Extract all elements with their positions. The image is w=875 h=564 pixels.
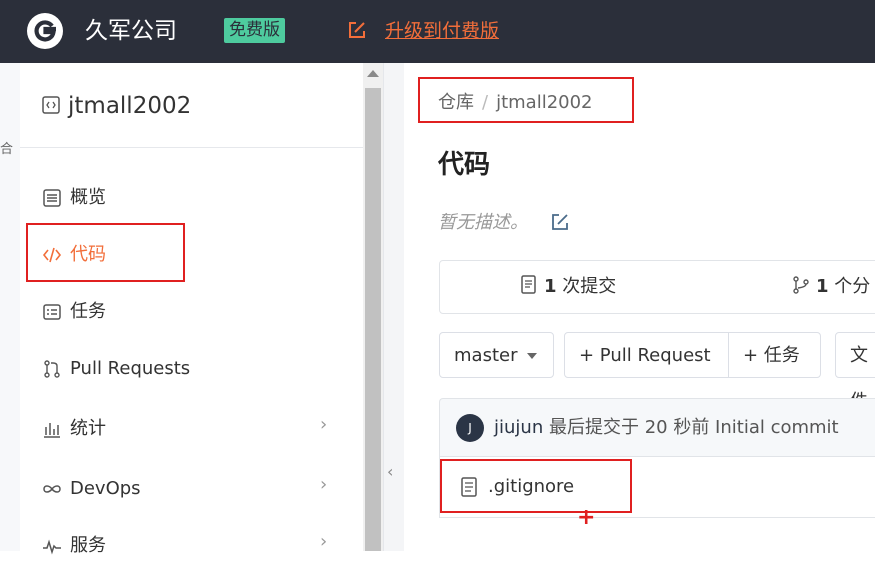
commits-stat[interactable]: 1 次提交 bbox=[520, 272, 616, 302]
cursor-cross-icon: + bbox=[577, 505, 596, 530]
task-icon bbox=[43, 304, 61, 320]
branch-icon bbox=[793, 276, 809, 294]
sidebar-item-label: DevOps bbox=[70, 478, 141, 499]
highlight-box bbox=[26, 223, 185, 282]
chevron-right-icon[interactable]: › bbox=[320, 531, 327, 552]
last-commit-info: jiujun 最后提交于 20 秒前 Initial commit bbox=[494, 412, 839, 444]
caret-down-icon bbox=[527, 353, 538, 359]
highlight-box bbox=[440, 459, 632, 513]
sidebar-item-stats[interactable]: 统计 bbox=[42, 411, 106, 447]
logo-icon bbox=[34, 20, 56, 42]
sidebar-item-service[interactable]: 服务 bbox=[42, 528, 106, 564]
commit-author[interactable]: jiujun bbox=[494, 417, 543, 438]
overview-icon bbox=[43, 189, 61, 207]
branches-label: 个分 bbox=[834, 276, 871, 297]
edit-description-icon[interactable] bbox=[550, 212, 570, 232]
scrollbar-thumb[interactable] bbox=[365, 88, 381, 551]
company-name[interactable]: 久军公司 bbox=[85, 14, 177, 48]
scroll-up-arrow-icon[interactable] bbox=[367, 70, 379, 77]
sidebar-item-overview[interactable]: 概览 bbox=[42, 180, 106, 216]
chevron-left-icon[interactable]: ‹ bbox=[387, 462, 393, 481]
page-title: 代码 bbox=[438, 150, 491, 180]
sidebar-item-label: 概览 bbox=[70, 187, 106, 208]
sidebar-item-label: 统计 bbox=[70, 418, 106, 439]
chart-icon bbox=[44, 423, 60, 438]
edit-icon bbox=[349, 22, 365, 38]
repo-description: 暂无描述。 bbox=[438, 212, 528, 233]
repo-icon bbox=[42, 96, 60, 114]
upgrade-link[interactable]: 升级到付费版 bbox=[385, 14, 499, 48]
gutter-label: 合 bbox=[0, 142, 14, 157]
plan-badge: 免费版 bbox=[224, 18, 285, 43]
chevron-right-icon[interactable]: › bbox=[320, 474, 327, 495]
file-button[interactable]: 文件 bbox=[835, 332, 875, 412]
pull-request-icon bbox=[44, 360, 60, 378]
branches-stat[interactable]: 1 个分 bbox=[792, 272, 870, 302]
divider bbox=[20, 147, 363, 148]
new-pull-request-button[interactable]: + Pull Request bbox=[564, 332, 729, 378]
sidebar-item-label: Pull Requests bbox=[70, 358, 191, 379]
commit-message[interactable]: 最后提交于 20 秒前 Initial commit bbox=[549, 417, 839, 438]
commits-count: 1 bbox=[544, 276, 557, 297]
commits-label: 次提交 bbox=[562, 276, 617, 297]
highlight-box bbox=[418, 77, 634, 123]
sidebar-item-tasks[interactable]: 任务 bbox=[42, 294, 106, 330]
branch-name: master bbox=[454, 345, 518, 366]
branches-count: 1 bbox=[816, 276, 829, 297]
avatar[interactable]: J bbox=[456, 414, 484, 442]
new-task-button[interactable]: + 任务 bbox=[728, 332, 821, 378]
pulse-icon bbox=[43, 539, 61, 555]
sidebar-item-pull-requests[interactable]: Pull Requests bbox=[42, 351, 190, 387]
chevron-right-icon[interactable]: › bbox=[320, 414, 327, 435]
infinity-icon bbox=[43, 485, 61, 493]
left-gutter bbox=[0, 63, 21, 551]
repo-name[interactable]: jtmall2002 bbox=[68, 89, 191, 123]
sidebar-item-label: 服务 bbox=[70, 535, 106, 556]
commit-icon bbox=[521, 275, 536, 294]
sidebar-item-label: 任务 bbox=[70, 301, 106, 322]
branch-select[interactable]: master bbox=[439, 332, 554, 378]
sidebar-item-devops[interactable]: DevOps bbox=[42, 471, 141, 507]
